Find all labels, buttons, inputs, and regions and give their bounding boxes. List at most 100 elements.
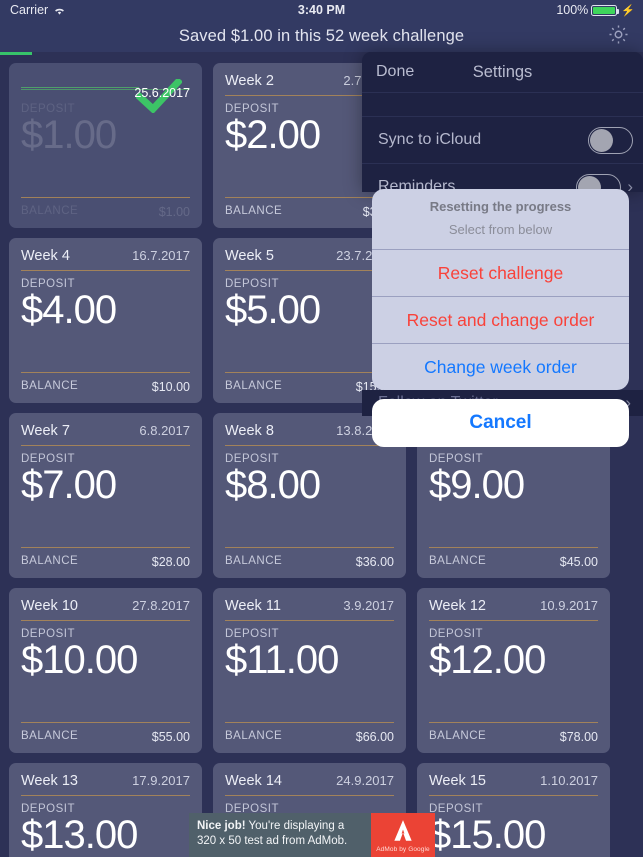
divider [21,722,190,723]
week-card-footer: BALANCE $10.00 [21,372,190,394]
settings-button[interactable] [605,24,631,50]
divider [225,445,394,446]
gear-icon [607,23,630,51]
sync-to-icloud-toggle[interactable] [588,126,633,154]
week-card-header: Week 11 3.9.2017 [225,598,394,620]
cancel-button[interactable]: Cancel [372,399,629,447]
settings-row-reminders[interactable]: Reminders › [362,164,643,192]
week-label: Week 13 [21,773,78,789]
divider [21,620,190,621]
week-card[interactable]: Week 10 27.8.2017 DEPOSIT $10.00 BALANCE $55.… [9,588,202,753]
admob-headline: Nice job! [197,820,246,832]
week-card[interactable]: Week 11 3.9.2017 DEPOSIT $11.00 BALANCE $66.0… [213,588,406,753]
week-card-footer: BALANCE $45.00 [429,547,598,569]
balance-value: $36.00 [355,555,394,569]
divider [225,722,394,723]
balance-row: BALANCE $1.00 [21,198,190,219]
week-label: Week 12 [429,598,486,614]
week-card-footer: BALANCE $66.00 [225,722,394,744]
page-title: Saved $1.00 in this 52 week challenge [178,26,465,45]
divider [21,372,190,373]
balance-label: BALANCE [225,380,283,392]
balance-label: BALANCE [429,555,487,567]
week-card-footer: BALANCE $1.00 [21,197,190,219]
divider [225,795,394,796]
admob-logo-block: AdMob by Google [371,813,435,857]
divider [225,270,394,271]
settings-row-sync-to-icloud[interactable]: Sync to iCloud [362,117,643,163]
balance-value: $1.00 [158,205,190,219]
week-card-header: Week 15 1.10.2017 [429,773,598,795]
deposit-amount: $7.00 [21,463,117,507]
deposit-amount: $10.00 [21,638,138,682]
week-card[interactable]: Week 151.10.2017DEPOSIT$15.00BALANCE$120… [417,763,610,857]
week-label: Week 4 [21,248,70,264]
settings-header: Done Settings [362,52,643,92]
balance-value: $78.00 [559,730,598,744]
balance-row: BALANCE$3.00 [225,198,394,219]
balance-label: BALANCE [429,730,487,742]
balance-label: BALANCE [225,730,283,742]
battery-full-icon [591,4,620,16]
deposit-amount: $8.00 [225,463,321,507]
settings-title: Settings [472,62,533,81]
week-card-header: Week 7 6.8.2017 [21,423,190,445]
balance-row: BALANCE $28.00 [21,548,190,569]
week-label: Week 5 [225,248,274,264]
week-date: 6.8.2017 [139,423,190,438]
divider [429,722,598,723]
reset-challenge-button[interactable]: Reset challenge [372,250,629,296]
divider [225,372,394,373]
week-card[interactable]: Week 7 6.8.2017 DEPOSIT $7.00 BALANCE $28.00 [9,413,202,578]
balance-row: BALANCE $78.00 [429,723,598,744]
week-date: 17.9.2017 [132,773,190,788]
settings-row-label: Sync to iCloud [378,131,482,148]
week-card-footer: BALANCE$3.00 [225,197,394,219]
week-label: Week 2 [225,73,274,89]
action-sheet-subtitle: Select from below [448,222,553,237]
change-week-order-button[interactable]: Change week order [372,344,629,390]
divider [225,197,394,198]
balance-value: $66.00 [355,730,394,744]
deposit-amount: $4.00 [21,288,117,332]
balance-row: BALANCE $55.00 [21,723,190,744]
week-card[interactable]: Week 12 10.9.2017 DEPOSIT $12.00 BALANCE $78.… [417,588,610,753]
deposit-amount: $13.00 [21,813,138,857]
admob-banner[interactable]: Nice job! You're displaying a 320 x 50 t… [189,813,435,857]
week-date: 27.8.2017 [132,598,190,613]
admob-banner-text: Nice job! You're displaying a 320 x 50 t… [189,813,371,857]
week-card-footer: BALANCE $36.00 [225,547,394,569]
action-sheet-title: Resetting the progress [429,199,572,214]
week-label: Week 14 [225,773,282,789]
balance-value: $10.00 [151,380,190,394]
reset-and-change-order-button[interactable]: Reset and change order [372,297,629,343]
week-card[interactable]: Week 4 16.7.2017 DEPOSIT $4.00 BALANCE $10.00 [9,238,202,403]
week-card[interactable]: Week 1317.9.2017DEPOSIT$13.00BALANCE$91.… [9,763,202,857]
deposit-amount: $11.00 [225,638,339,682]
clock-label: 3:40 PM [297,3,346,17]
week-card-header: Week 10 27.8.2017 [21,598,190,620]
deposit-amount: $5.00 [225,288,321,332]
balance-value: $28.00 [151,555,190,569]
week-card-footer: BALANCE $28.00 [21,547,190,569]
balance-value: $55.00 [151,730,190,744]
week-label: Week 8 [225,423,274,439]
balance-row: BALANCE $36.00 [225,548,394,569]
divider [21,547,190,548]
week-label: Week 15 [429,773,486,789]
balance-value: $45.00 [559,555,598,569]
week-card-header: Week 12 10.9.2017 [429,598,598,620]
week-card[interactable]: Week 125.6.2017DEPOSIT$1.00BALANCE$1.00 [9,63,202,228]
action-sheet-group: Resetting the progress Select from below… [372,189,629,390]
action-sheet-header: Resetting the progress Select from below [372,189,629,249]
settings-panel: Done Settings Sync to iCloud Reminders › [362,52,643,192]
week-card-header: Week 4 16.7.2017 [21,248,190,270]
balance-label: BALANCE [21,380,79,392]
deposit-amount: $9.00 [429,463,525,507]
completed-rule [21,87,139,88]
balance-label: BALANCE [225,205,283,217]
lightning-bolt-icon: ⚡ [621,4,635,17]
balance-label: BALANCE [21,205,79,217]
divider [225,620,394,621]
divider [21,270,190,271]
